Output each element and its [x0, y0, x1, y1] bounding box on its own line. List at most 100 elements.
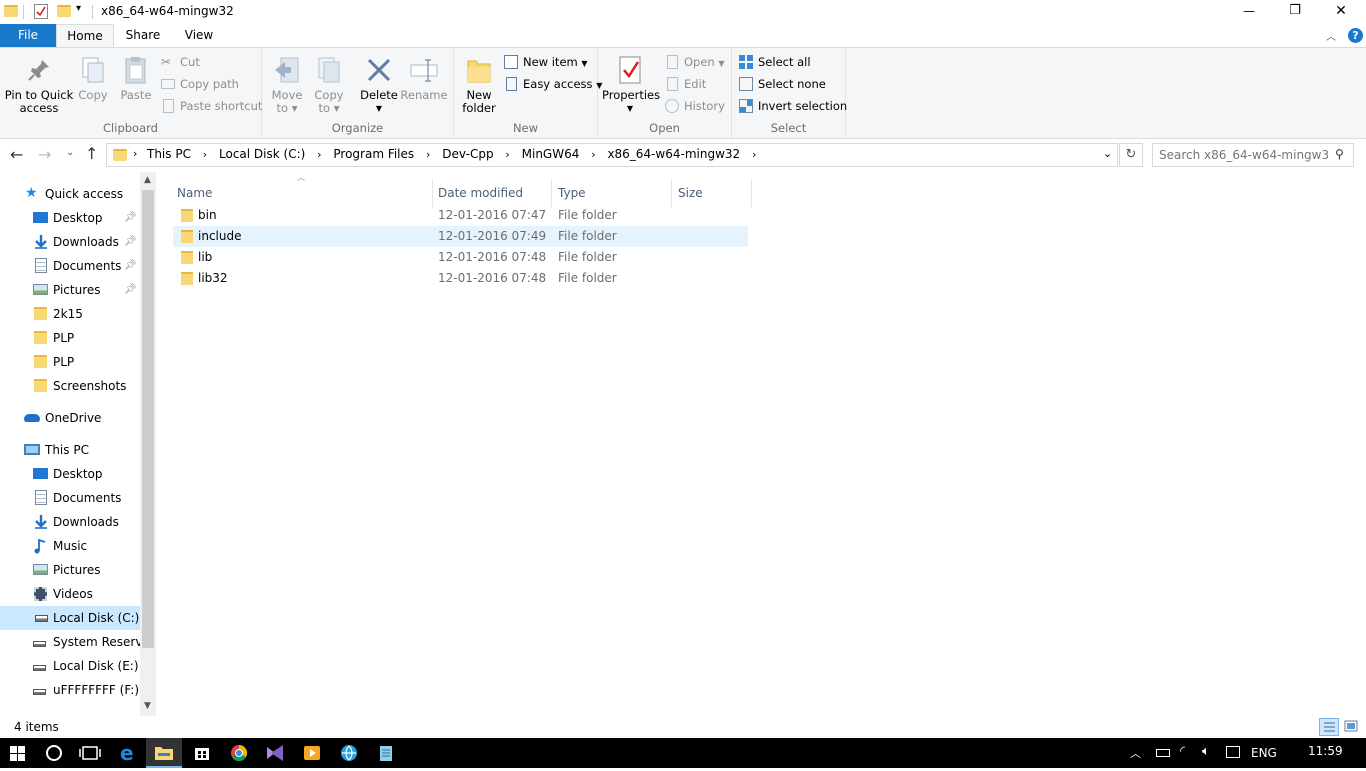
breadcrumb-local-disk-c[interactable]: Local Disk (C:) — [219, 147, 305, 161]
properties-qat-icon[interactable] — [34, 4, 48, 19]
open-button[interactable]: Open ▼ — [664, 52, 725, 72]
breadcrumb-mingw64[interactable]: MinGW64 — [522, 147, 580, 161]
table-row[interactable]: lib 12-01-2016 07:48 File folder — [173, 247, 748, 268]
edge-button[interactable]: e — [110, 738, 146, 768]
easy-access-button[interactable]: Easy access ▼ — [503, 74, 602, 94]
column-header-size[interactable]: Size — [672, 179, 752, 207]
address-dropdown-icon[interactable]: ⌄ — [1103, 147, 1112, 160]
pin-icon[interactable]: 📌︎ — [124, 206, 137, 230]
sidebar-item-quick-1[interactable]: Downloads 📌︎ — [0, 230, 140, 254]
breadcrumb-dev-cpp[interactable]: Dev-Cpp — [442, 147, 493, 161]
search-input[interactable] — [1159, 147, 1329, 163]
search-icon[interactable]: ⚲ — [1335, 147, 1344, 161]
task-view-button[interactable] — [72, 738, 108, 768]
table-row[interactable]: bin 12-01-2016 07:47 File folder — [173, 205, 748, 226]
select-all-button[interactable]: Select all — [738, 52, 811, 72]
sidebar-item-quick-access[interactable]: ★ Quick access — [0, 182, 140, 206]
sidebar-item-quick-4[interactable]: 2k15 — [0, 302, 140, 326]
pin-icon[interactable]: 📌︎ — [124, 254, 137, 278]
sidebar-item-pc-6[interactable]: Local Disk (C:) — [0, 606, 140, 630]
copy-to-button[interactable]: Copy to ▾ — [309, 54, 349, 115]
back-arrow-icon[interactable]: ← — [10, 145, 23, 164]
volume-icon[interactable]: 🔈︎ — [1202, 744, 1210, 759]
sidebar-item-pc-2[interactable]: Downloads — [0, 510, 140, 534]
breadcrumb-program-files[interactable]: Program Files — [333, 147, 414, 161]
clock[interactable]: 11:59 — [1308, 744, 1343, 758]
scrollbar-thumb[interactable] — [142, 190, 154, 648]
sidebar-item-pc-0[interactable]: Desktop — [0, 462, 140, 486]
move-to-button[interactable]: Move to ▾ — [266, 54, 308, 115]
sidebar-item-pc-8[interactable]: Local Disk (E:) — [0, 654, 140, 678]
copy-path-button[interactable]: Copy path — [160, 74, 239, 94]
scroll-down-icon[interactable]: ▼ — [144, 701, 151, 711]
language-indicator[interactable]: ENG — [1251, 746, 1277, 760]
sidebar-item-quick-5[interactable]: PLP — [0, 326, 140, 350]
wifi-icon[interactable]: ◜ — [1180, 744, 1185, 759]
cortana-button[interactable] — [36, 738, 72, 768]
scroll-up-icon[interactable]: ▲ — [144, 175, 151, 185]
qat-dropdown-icon[interactable]: ▾ — [76, 3, 81, 14]
help-icon[interactable]: ? — [1348, 28, 1363, 43]
properties-button[interactable]: Properties ▼ — [602, 54, 660, 115]
column-header-date-modified[interactable]: Date modified — [432, 179, 552, 207]
new-folder-qat-icon[interactable] — [57, 5, 71, 20]
sidebar-item-pc-3[interactable]: Music — [0, 534, 140, 558]
visual-studio-button[interactable] — [257, 738, 293, 768]
action-center-icon[interactable] — [1226, 746, 1240, 758]
tab-view[interactable]: View — [172, 24, 226, 47]
breadcrumb-this-pc[interactable]: This PC — [147, 147, 191, 161]
collapse-ribbon-icon[interactable]: ︿ — [1326, 28, 1336, 43]
minimize-button[interactable]: — — [1226, 0, 1272, 24]
delete-button[interactable]: Delete ▼ — [358, 54, 400, 115]
history-button[interactable]: History — [664, 96, 725, 116]
paste-shortcut-button[interactable]: Paste shortcut — [160, 96, 262, 116]
media-player-button[interactable] — [294, 738, 330, 768]
up-arrow-icon[interactable]: ↑ — [85, 144, 98, 163]
invert-selection-button[interactable]: Invert selection — [738, 96, 847, 116]
sidebar-item-quick-3[interactable]: Pictures 📌︎ — [0, 278, 140, 302]
sidebar-scrollbar[interactable]: ▲ ▼ — [140, 172, 156, 716]
chrome-button[interactable] — [221, 738, 257, 768]
pin-icon[interactable]: 📌︎ — [124, 230, 137, 254]
maximize-button[interactable]: ❐ — [1272, 0, 1318, 24]
copy-button[interactable]: Copy — [74, 54, 112, 102]
sidebar-item-pc-4[interactable]: Pictures — [0, 558, 140, 582]
sidebar-item-pc-9[interactable]: uFFFFFFFF (F:) — [0, 678, 140, 702]
sidebar-item-onedrive[interactable]: OneDrive — [0, 406, 140, 430]
tab-file[interactable]: File — [0, 24, 56, 47]
large-icons-view-icon[interactable] — [1342, 718, 1360, 736]
refresh-icon[interactable]: ↻ — [1119, 143, 1143, 167]
cut-button[interactable]: ✂ Cut — [160, 52, 200, 72]
recent-locations-icon[interactable]: ⌄ — [66, 147, 74, 158]
select-none-button[interactable]: Select none — [738, 74, 826, 94]
breadcrumb-x86-64-w64-mingw32[interactable]: x86_64-w64-mingw32 — [607, 147, 740, 161]
paste-button[interactable]: Paste — [116, 54, 156, 102]
edit-button[interactable]: Edit — [664, 74, 706, 94]
tab-share[interactable]: Share — [114, 24, 172, 47]
details-view-icon[interactable] — [1319, 718, 1339, 736]
battery-icon[interactable] — [1156, 749, 1170, 757]
sidebar-item-pc-5[interactable]: Videos — [0, 582, 140, 606]
column-header-type[interactable]: Type — [552, 179, 672, 207]
start-button[interactable] — [0, 738, 36, 768]
forward-arrow-icon[interactable]: → — [38, 145, 51, 164]
pin-icon[interactable]: 📌︎ — [124, 278, 137, 302]
tab-home[interactable]: Home — [56, 24, 114, 48]
sidebar-item-quick-0[interactable]: Desktop 📌︎ — [0, 206, 140, 230]
sidebar-item-this-pc[interactable]: This PC — [0, 438, 140, 462]
table-row[interactable]: lib32 12-01-2016 07:48 File folder — [173, 268, 748, 289]
notepad-button[interactable] — [368, 738, 404, 768]
address-bar[interactable]: › This PC › Local Disk (C:) › Program Fi… — [106, 143, 1118, 167]
sidebar-item-quick-7[interactable]: Screenshots — [0, 374, 140, 398]
show-hidden-icons-icon[interactable]: ︿ — [1130, 745, 1141, 761]
sidebar-item-pc-7[interactable]: System Reserved — [0, 630, 140, 654]
new-item-button[interactable]: New item ▼ — [503, 52, 588, 72]
search-box[interactable]: ⚲ — [1152, 143, 1354, 167]
close-button[interactable]: ✕ — [1318, 0, 1364, 24]
sidebar-item-quick-2[interactable]: Documents 📌︎ — [0, 254, 140, 278]
rename-button[interactable]: Rename — [400, 54, 448, 102]
store-button[interactable] — [184, 738, 220, 768]
pin-to-quick-access-button[interactable]: Pin to Quick access — [4, 54, 74, 115]
file-explorer-button[interactable] — [146, 738, 182, 768]
sidebar-item-quick-6[interactable]: PLP — [0, 350, 140, 374]
